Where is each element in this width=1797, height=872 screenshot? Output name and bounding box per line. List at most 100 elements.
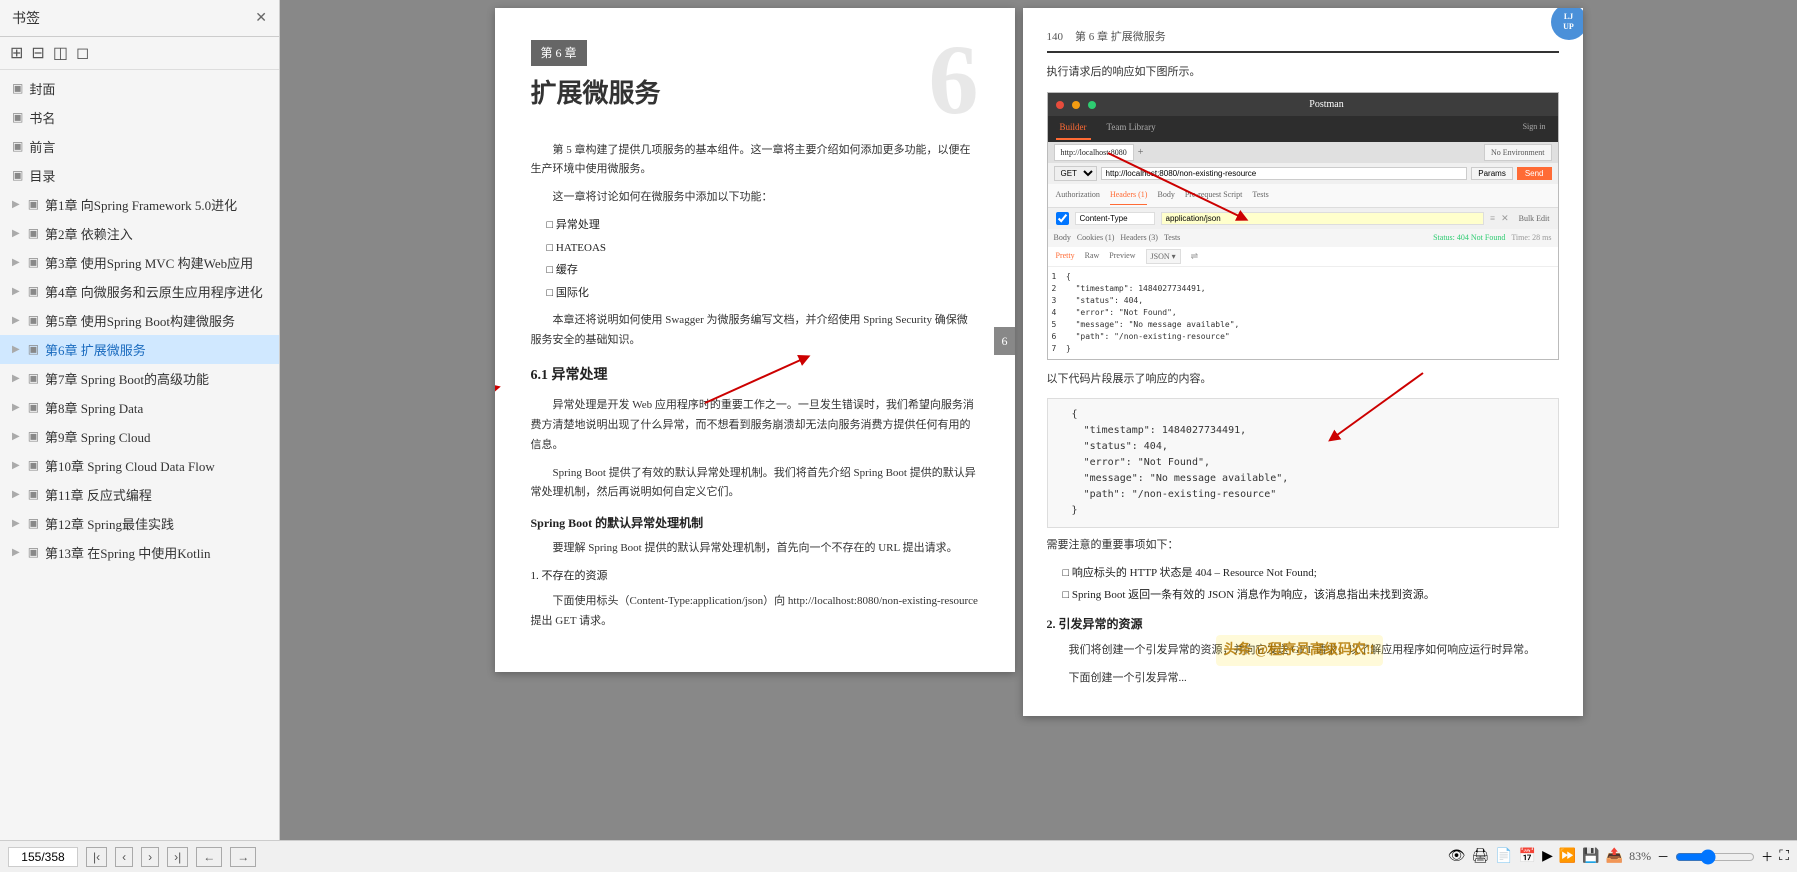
sidebar-item-ch10[interactable]: ▶ ▣ 第10章 Spring Cloud Data Flow — [0, 451, 279, 480]
sidebar-item-ch7[interactable]: ▶ ▣ 第7章 Spring Boot的高级功能 — [0, 364, 279, 393]
sidebar-item-preface[interactable]: ▣ 前言 — [0, 132, 279, 161]
sidebar-item-ch9[interactable]: ▶ ▣ 第9章 Spring Cloud — [0, 422, 279, 451]
nav-first-button[interactable]: |‹ — [86, 847, 107, 867]
page-icon: ▣ — [12, 81, 23, 96]
save-icon[interactable]: 💾 — [1582, 848, 1599, 865]
swagger-text: 本章还将说明如何使用 Swagger 为微服务编写文档，并介绍使用 Spring… — [531, 311, 979, 351]
headers-response-label: Headers (3) — [1120, 231, 1158, 245]
sidebar-item-ch1[interactable]: ▶ ▣ 第1章 向Spring Framework 5.0进化 — [0, 190, 279, 219]
sidebar-item-ch8[interactable]: ▶ ▣ 第8章 Spring Data — [0, 393, 279, 422]
postman-titlebar: Postman — [1048, 93, 1558, 116]
tab-builder[interactable]: Builder — [1056, 118, 1091, 139]
page-icon: ▣ — [12, 139, 23, 154]
print-icon[interactable]: 🖨 — [1471, 848, 1489, 865]
sidebar-item-ch3[interactable]: ▶ ▣ 第3章 使用Spring MVC 构建Web应用 — [0, 248, 279, 277]
sidebar-item-toc[interactable]: ▣ 目录 — [0, 161, 279, 190]
page-icon: ▣ — [28, 371, 39, 386]
header-close-icon[interactable]: ✕ — [1501, 211, 1509, 226]
calendar-icon[interactable]: 📅 — [1519, 848, 1536, 865]
section-2-text2: 下面创建一个引发异常... — [1047, 669, 1559, 689]
postman-response-area: Pretty Raw Preview JSON ▾ ⇌ 1 { 2 "times… — [1048, 247, 1558, 360]
sidebar-item-ch4[interactable]: ▶ ▣ 第4章 向微服务和云原生应用程序进化 — [0, 277, 279, 306]
sidebar-item-ch11[interactable]: ▶ ▣ 第11章 反应式编程 — [0, 480, 279, 509]
nav-next-button[interactable]: › — [141, 847, 159, 867]
forward-button[interactable]: → — [230, 847, 256, 867]
header-menu-icon[interactable]: ≡ — [1490, 211, 1495, 226]
eye-icon[interactable]: 👁 — [1448, 848, 1466, 865]
expand-icon: ▶ — [12, 286, 20, 297]
tab-auth[interactable]: Authorization — [1056, 186, 1100, 205]
skip-icon[interactable]: ⏩ — [1559, 848, 1576, 865]
page-icon: ▣ — [28, 197, 39, 212]
page-icon: ▣ — [28, 487, 39, 502]
expand-icon: ▶ — [12, 518, 20, 529]
tab-raw[interactable]: Raw — [1085, 249, 1100, 265]
wrap-icon[interactable]: ⇌ — [1191, 249, 1199, 265]
format-select[interactable]: JSON ▾ — [1146, 249, 1181, 265]
fullscreen-icon[interactable]: ⛶ — [1779, 849, 1789, 865]
tab-preview[interactable]: Preview — [1109, 249, 1135, 265]
nav-prev-button[interactable]: ‹ — [115, 847, 133, 867]
zoom-out-icon[interactable]: － — [1657, 848, 1669, 865]
postman-main-tabs: Builder Team Library Sign in — [1048, 116, 1558, 141]
postman-dot-yellow — [1072, 101, 1080, 109]
expand-icon: ▶ — [12, 344, 20, 355]
tab-pretty[interactable]: Pretty — [1056, 249, 1075, 265]
sidebar-item-ch6[interactable]: ▶ ▣ 第6章 扩展微服务 — [0, 335, 279, 364]
page-icon: ▣ — [28, 226, 39, 241]
sidebar-item-label: 第1章 向Spring Framework 5.0进化 — [45, 195, 237, 214]
play-icon[interactable]: ▶ — [1542, 848, 1553, 865]
zoom-level: 83% — [1629, 849, 1651, 864]
sidebar-toolbar: ⊞ ⊟ ◫ ◻ — [0, 37, 279, 70]
method-select[interactable]: GET — [1054, 166, 1097, 181]
back-button[interactable]: ← — [196, 847, 222, 867]
view-controls: 👁 🖨 📄 📅 ▶ ⏩ 💾 📤 83% － ＋ ⛶ — [1448, 848, 1789, 865]
send-button[interactable]: Send — [1517, 167, 1552, 180]
section-61-text1: 异常处理是开发 Web 应用程序时的重要工作之一。一旦发生错误时，我们希望向服务… — [531, 396, 979, 455]
bookmark-icon-2[interactable]: ⊟ — [31, 43, 44, 63]
zoom-slider[interactable] — [1675, 849, 1755, 865]
sidebar-item-bookname[interactable]: ▣ 书名 — [0, 103, 279, 132]
red-arrow-postman-1 — [1103, 148, 1283, 228]
sidebar-item-ch2[interactable]: ▶ ▣ 第2章 依赖注入 — [0, 219, 279, 248]
body-label: Body — [1054, 231, 1071, 245]
postman-response-code: 1 { 2 "timestamp": 1484027734491, 3 "sta… — [1048, 267, 1558, 359]
page-badge: 6 — [994, 327, 1015, 355]
sidebar-item-cover[interactable]: ▣ 封面 — [0, 74, 279, 103]
note-2: Spring Boot 返回一条有效的 JSON 消息作为响应，该消息指出未找到… — [1047, 586, 1559, 605]
sidebar-item-label: 第10章 Spring Cloud Data Flow — [45, 456, 215, 475]
sidebar-items: ▣ 封面 ▣ 书名 ▣ 前言 ▣ 目录 ▶ ▣ 第1章 向Spring Fram… — [0, 70, 279, 840]
page-icon: ▣ — [28, 255, 39, 270]
section-2-title: 2. 引发异常的资源 — [1047, 614, 1559, 634]
subsection-1-title: 1. 不存在的资源 — [531, 567, 979, 586]
share-icon[interactable]: 📤 — [1606, 848, 1623, 865]
close-icon[interactable]: ✕ — [255, 10, 267, 27]
sidebar-item-label: 第13章 在Spring 中使用Kotlin — [45, 543, 210, 562]
zoom-in-icon[interactable]: ＋ — [1761, 848, 1773, 865]
expand-icon: ▶ — [12, 228, 20, 239]
sidebar-item-label: 第8章 Spring Data — [45, 398, 143, 417]
sign-in[interactable]: Sign in — [1519, 118, 1550, 139]
header-checkbox[interactable] — [1056, 212, 1069, 225]
page-header: 140 第 6 章 扩展微服务 — [1047, 28, 1559, 53]
sidebar-item-ch5[interactable]: ▶ ▣ 第5章 使用Spring Boot构建微服务 — [0, 306, 279, 335]
params-button[interactable]: Params — [1471, 167, 1513, 180]
expand-icon: ▶ — [12, 257, 20, 268]
nav-last-button[interactable]: ›| — [167, 847, 188, 867]
bookmark-icon-3[interactable]: ◫ — [53, 43, 68, 63]
bulk-edit-btn[interactable]: Bulk Edit — [1519, 212, 1550, 226]
file-icon[interactable]: 📄 — [1495, 848, 1512, 865]
sidebar-item-ch13[interactable]: ▶ ▣ 第13章 在Spring 中使用Kotlin — [0, 538, 279, 567]
bookmark-icon-1[interactable]: ⊞ — [10, 43, 23, 63]
status-label: Status: 404 Not Found — [1433, 231, 1505, 245]
chapter-label: 第 6 章 — [531, 40, 587, 66]
tab-team[interactable]: Team Library — [1103, 118, 1160, 139]
cookies-label: Cookies (1) — [1077, 231, 1115, 245]
postman-body-section: Body Cookies (1) Headers (3) Tests Statu… — [1048, 229, 1558, 247]
page-input[interactable] — [8, 847, 78, 867]
bookmark-icon-4[interactable]: ◻ — [76, 43, 89, 63]
sidebar-item-ch12[interactable]: ▶ ▣ 第12章 Spring最佳实践 — [0, 509, 279, 538]
no-environment[interactable]: No Environment — [1484, 144, 1552, 162]
notes-title: 需要注意的重要事项如下： — [1047, 536, 1559, 556]
sidebar: 书签 ✕ ⊞ ⊟ ◫ ◻ ▣ 封面 ▣ 书名 ▣ 前言 ▣ 目录 — [0, 0, 280, 840]
